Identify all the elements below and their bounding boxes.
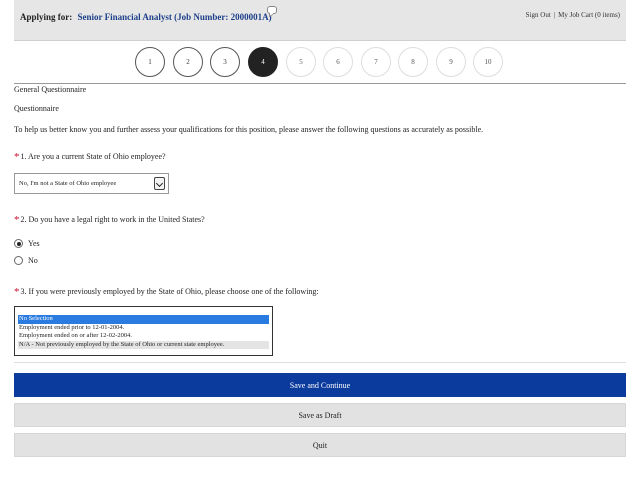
question-1: *1. Are you a current State of Ohio empl… [14,151,166,163]
listbox-option[interactable]: N/A - Not previously employed by the Sta… [18,340,269,349]
radio-selected-icon[interactable] [14,239,23,248]
radio-unselected-icon[interactable] [14,256,23,265]
required-asterisk: * [14,214,20,226]
chevron-down-icon[interactable] [154,177,165,190]
section-subtitle: Questionnaire [14,104,59,113]
divider-top [14,83,626,84]
header-links: Sign Out | My Job Cart (0 items) [526,11,620,19]
sign-out-link[interactable]: Sign Out [526,11,551,19]
q1-selected-value: No, I'm not a State of Ohio employee [19,180,117,187]
step-8[interactable]: 8 [398,47,428,77]
page-header: Applying for: Senior Financial Analyst (… [14,0,626,41]
step-3[interactable]: 3 [210,47,240,77]
step-5[interactable]: 5 [286,47,316,77]
required-asterisk: * [14,286,20,298]
step-6[interactable]: 6 [323,47,353,77]
listbox-option[interactable]: No Selection [18,315,269,324]
applying-label: Applying for: [20,12,73,22]
question-3: *3. If you were previously employed by t… [14,286,319,298]
step-1[interactable]: 1 [135,47,165,77]
quit-button[interactable]: Quit [14,433,626,457]
comment-icon[interactable] [267,6,277,14]
save-as-draft-button[interactable]: Save as Draft [14,403,626,427]
section-title: General Questionnaire [14,85,87,94]
job-cart-link[interactable]: My Job Cart (0 items) [558,11,620,19]
step-10[interactable]: 10 [473,47,503,77]
step-2[interactable]: 2 [173,47,203,77]
step-7[interactable]: 7 [361,47,391,77]
question-3-text: 3. If you were previously employed by th… [20,287,319,296]
step-9[interactable]: 9 [436,47,466,77]
radio-yes-label[interactable]: Yes [28,239,40,248]
link-separator: | [553,11,556,19]
question-2-text: 2. Do you have a legal right to work in … [20,215,205,224]
divider-bottom [14,362,626,363]
applying-for: Applying for: Senior Financial Analyst (… [20,12,272,22]
question-2: *2. Do you have a legal right to work in… [14,214,205,226]
job-title: Senior Financial Analyst (Job Number: 20… [77,12,272,22]
step-4-active[interactable]: 4 [248,47,278,77]
radio-no-label[interactable]: No [28,256,38,265]
q3-employment-listbox[interactable]: No Selection Employment ended prior to 1… [14,306,273,356]
required-asterisk: * [14,151,20,163]
listbox-option[interactable]: Employment ended on or after 12-02-2004. [18,332,269,341]
listbox-option[interactable]: Employment ended prior to 12-01-2004. [18,324,269,333]
q1-employee-select[interactable]: No, I'm not a State of Ohio employee [14,173,169,194]
question-1-text: 1. Are you a current State of Ohio emplo… [20,152,166,161]
save-and-continue-button[interactable]: Save and Continue [14,373,626,397]
section-intro: To help us better know you and further a… [14,125,484,134]
